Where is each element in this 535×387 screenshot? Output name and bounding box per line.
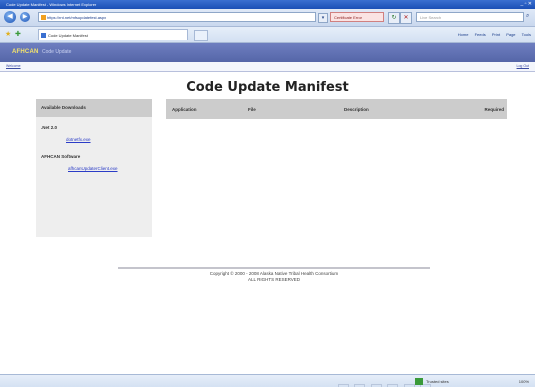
new-tab-button[interactable] [194,30,208,41]
security-zone-label[interactable]: Trusted sites [426,377,449,386]
browser-window: Code Update Manifest - Windows Internet … [0,0,535,387]
search-placeholder: Live Search [420,15,442,20]
page-title: Code Update Manifest [186,80,349,95]
address-bar: ◀ ▶ https://rnt.net/mfsupdatefest.aspx ▾… [0,9,535,27]
group-title-dotnet: .Net 2.0 [41,125,58,130]
print-button[interactable]: Print [492,32,500,37]
home-button[interactable]: Home [458,32,469,37]
certificate-error-label: Certificate Error [334,15,363,20]
footer: Copyright © 2000 - 2008 Alaska Native Tr… [118,271,430,283]
brand-subtitle: Code Update [42,49,72,55]
column-header-required: Required [464,99,507,119]
address-dropdown-icon[interactable]: ▾ [318,13,328,23]
sub-nav-bar: Welcome Log Out [0,62,535,72]
downloads-panel: Available Downloads .Net 2.0 dotnetfx.ex… [36,99,152,237]
tabs-bar: ★ ✚ Code Update Manifest Home Feeds Prin… [0,27,535,43]
back-button[interactable]: ◀ [4,11,16,23]
stop-icon[interactable]: ✕ [400,12,412,24]
url-field[interactable]: https://rnt.net/mfsupdatefest.aspx [38,12,316,22]
brand-logo: AFHCAN [12,49,39,55]
command-bar: Home Feeds Print Page Tools [453,30,531,39]
window-title: Code Update Manifest - Windows Internet … [6,2,97,7]
downloads-header: Available Downloads [36,99,152,117]
manifest-table: Application File Description Required [166,99,507,119]
column-header-application: Application [166,99,242,119]
feeds-button[interactable]: Feeds [475,32,486,37]
tab-code-update-manifest[interactable]: Code Update Manifest [38,29,188,40]
search-input[interactable]: Live Search [416,12,524,22]
status-bar: Trusted sites 100% [0,374,535,387]
group-title-afhcan: AFHCAN Software [41,154,81,159]
page-content: AFHCAN Code Update Welcome Log Out Code … [0,43,535,374]
refresh-icon[interactable]: ↻ [388,12,400,24]
download-link-updater-client[interactable]: afhcanUpdaterClient.exe [68,166,152,171]
rights-reserved-text: ALL RIGHTS RESERVED [247,277,301,282]
download-link-dotnetfx[interactable]: dotnetfx.exe [66,137,152,142]
url-text: https://rnt.net/mfsupdatefest.aspx [47,15,107,20]
trusted-zone-icon [415,378,423,385]
table-header-row: Application File Description Required [166,99,507,119]
zoom-level[interactable]: 100% [519,377,529,386]
column-header-file: File [242,99,338,119]
tab-favicon-icon [41,33,46,38]
add-favorites-icon[interactable]: ✚ [15,30,21,39]
welcome-link[interactable]: Welcome [6,63,21,69]
window-controls[interactable]: _ ▫ ✕ [520,1,532,8]
favorites-star-icon[interactable]: ★ [5,30,11,39]
tab-label: Code Update Manifest [48,33,88,38]
tools-menu-button[interactable]: Tools [522,32,531,37]
logout-link[interactable]: Log Out [517,63,529,69]
column-header-description: Description [338,99,464,119]
forward-button[interactable]: ▶ [20,12,30,22]
search-icon[interactable]: ⌕ [526,13,533,20]
footer-divider [118,267,430,269]
title-bar: Code Update Manifest - Windows Internet … [0,0,535,9]
app-header: AFHCAN Code Update [0,43,535,62]
certificate-error-button[interactable]: Certificate Error [330,12,384,22]
page-favicon-icon [41,15,46,20]
page-menu-button[interactable]: Page [506,32,515,37]
